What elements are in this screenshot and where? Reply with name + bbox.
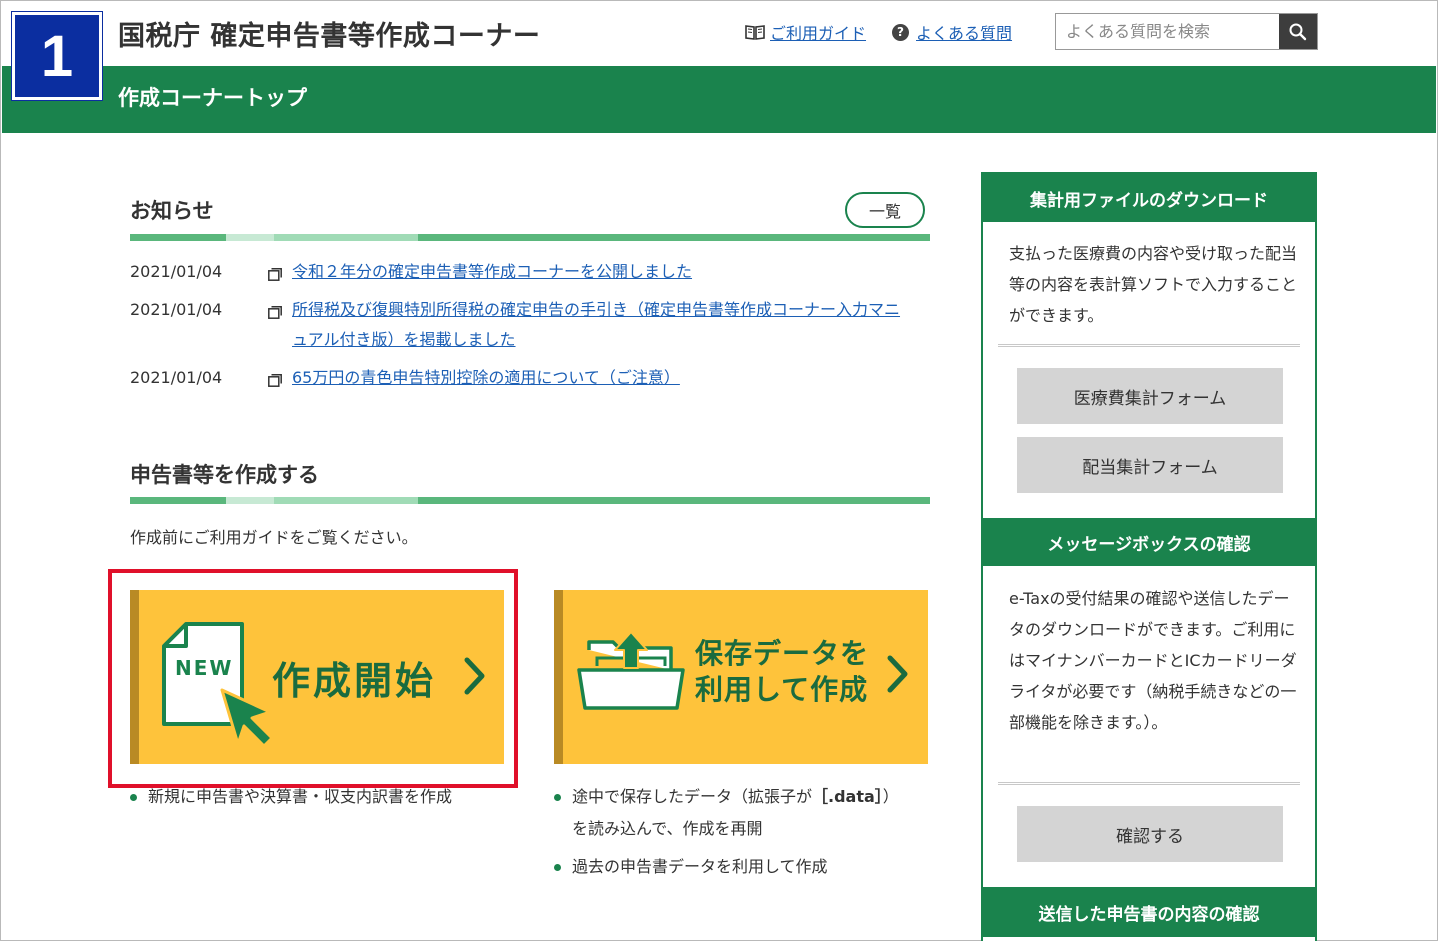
window-icon [268,374,282,387]
chevron-right-icon [887,655,908,693]
divider [998,782,1300,785]
download-text: 支払った医療費の内容や受け取った配当等の内容を表計算ソフトで入力することができま… [1009,244,1298,325]
folder-upload-icon [577,631,685,710]
create-intro: 作成前にご利用ガイドをご覧ください。 [130,528,418,547]
messagebox-heading: メッセージボックスの確認 [983,518,1315,566]
news-title: お知らせ [130,199,214,223]
messagebox-text: e-Taxの受付結果の確認や送信したデータのダウンロードができます。ご利用にはマ… [1009,589,1297,732]
faq-search [1055,13,1318,50]
create-title: 申告書等を作成する [130,463,319,487]
window-icon [268,306,282,319]
guide-link-wrap: ご利用ガイド [745,20,866,44]
resume-bullet: 過去の申告書データを利用して作成 [554,851,944,883]
search-button[interactable] [1279,14,1317,49]
resume-saved-button[interactable]: 保存データを 利用して作成 [554,590,928,764]
faq-search-input[interactable] [1056,14,1279,49]
confirm-button[interactable]: 確認する [1017,806,1283,862]
search-icon [1289,23,1307,40]
header-links: ご利用ガイド ? よくある質問 [745,20,1038,44]
question-icon: ? [892,23,910,41]
guide-link[interactable]: ご利用ガイド [770,20,866,44]
news-link[interactable]: 所得税及び復興特別所得税の確定申告の手引き（確定申告書等作成コーナー入力マニュア… [292,295,912,355]
window-icon [268,268,282,281]
download-heading: 集計用ファイルのダウンロード [983,174,1315,222]
divider [998,344,1300,347]
faq-link[interactable]: よくある質問 [916,20,1012,44]
start-bullet: 新規に申告書や決算書・収支内訳書を作成 [130,781,530,813]
news-date: 2021/01/04 [130,262,223,281]
faq-link-wrap: ? よくある質問 [892,20,1012,44]
news-date: 2021/01/04 [130,368,223,387]
page-title: 作成コーナートップ [118,86,307,110]
news-list-button[interactable]: 一覧 [845,192,925,228]
news-date: 2021/01/04 [130,300,223,319]
highlight-frame [108,569,518,788]
step-badge: 1 [12,12,102,100]
resume-label: 保存データを 利用して作成 [695,637,870,706]
sent-heading[interactable]: 送信した申告書の内容の確認 [983,887,1315,937]
news-link[interactable]: 65万円の青色申告特別控除の適用について（ご注意） [292,363,932,393]
news-link[interactable]: 令和２年分の確定申告書等作成コーナーを公開しました [292,257,932,287]
medical-form-button[interactable]: 医療費集計フォーム [1017,368,1283,424]
sidebar: 集計用ファイルのダウンロード 支払った医療費の内容や受け取った配当等の内容を表計… [981,172,1317,941]
site-title: 国税庁 確定申告書等作成コーナー [118,21,541,52]
dividend-form-button[interactable]: 配当集計フォーム [1017,437,1283,493]
create-rule [130,497,930,504]
resume-bullet: 途中で保存したデータ（拡張子が［.data］） を読み込んで、作成を再開 [554,781,944,845]
book-icon [745,25,765,40]
news-rule [130,234,930,241]
